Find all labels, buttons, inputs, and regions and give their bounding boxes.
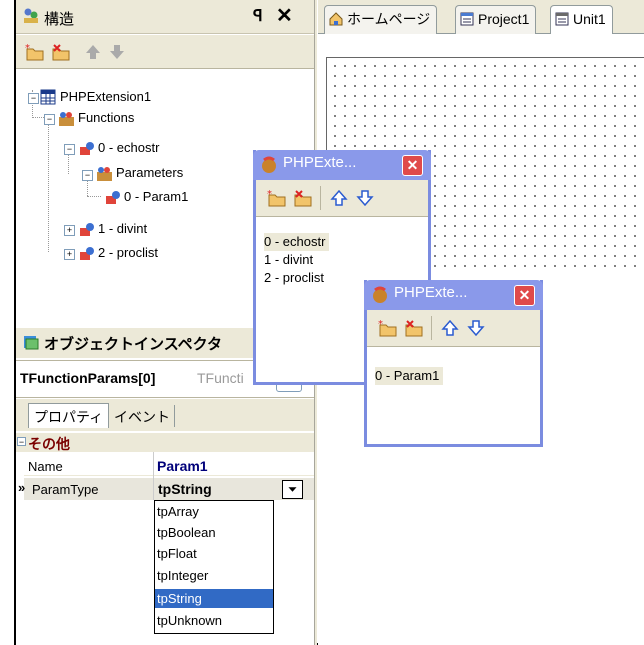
object-type: TFuncti [197,370,244,386]
chevron-down-icon[interactable] [282,480,303,499]
function-icon [80,142,94,155]
tab-properties[interactable]: プロパティ [28,403,110,428]
tab-label: Unit1 [573,11,606,27]
window-titlebar[interactable]: PHPExte... ✕ [253,150,431,180]
property-name: Name [28,459,63,474]
window-toolbar: * [367,310,540,347]
move-up-icon[interactable] [82,42,104,62]
tree-collapse-toggle[interactable]: − [44,114,55,125]
dropdown-option[interactable]: tpBoolean [155,523,273,542]
home-icon [329,12,343,26]
close-icon[interactable]: ✕ [276,3,293,28]
list-item[interactable]: 0 - echostr [264,233,330,251]
toolbar-separator [320,186,321,210]
dropdown-option-selected[interactable]: tpString [155,589,273,608]
move-up-icon[interactable] [328,188,350,208]
tree-node-root[interactable]: PHPExtension1 [60,88,151,106]
property-value[interactable]: Param1 [157,458,208,474]
tree-collapse-toggle[interactable]: − [28,93,39,104]
window-title: PHPExte... [394,284,468,301]
tree-node-function-2[interactable]: 2 - proclist [98,244,158,262]
svg-text:*: * [25,43,30,54]
remove-item-icon[interactable] [403,318,425,338]
project-icon [460,12,474,26]
php-helmet-icon [373,286,387,303]
move-down-icon[interactable] [465,318,487,338]
list-item[interactable]: 1 - divint [264,251,313,269]
module-icon [40,89,56,105]
php-helmet-icon [262,156,276,173]
group-collapse-toggle[interactable]: − [17,437,26,447]
move-down-icon[interactable] [106,42,128,62]
move-up-icon[interactable] [439,318,461,338]
tab-label: Project1 [478,11,530,27]
property-group-label: その他 [28,436,70,452]
dropdown-option[interactable]: tpArray [155,502,273,521]
close-icon[interactable]: ✕ [514,285,535,306]
structure-panel-title: 構造 [44,11,75,28]
window-title: PHPExte... [283,154,357,171]
tree-collapse-toggle[interactable]: − [64,144,75,155]
tab-events[interactable]: イベント [110,405,175,427]
tree-node-parameters[interactable]: Parameters [116,164,183,182]
tree-node-param-0[interactable]: 0 - Param1 [124,188,188,206]
tab-home[interactable]: ホームページ [324,5,438,34]
add-item-icon[interactable]: * [377,318,399,338]
parameters-collection-window: PHPExte... ✕ * 0 - Param1 [364,280,543,447]
window-toolbar: * [256,180,428,217]
editor-tab-strip: ホームページ Project1 Unit1 [318,0,644,34]
tree-node-functions[interactable]: Functions [78,109,134,127]
object-name: TFunctionParams[0] [20,370,156,386]
remove-item-icon[interactable] [50,42,72,62]
add-item-icon[interactable]: * [266,188,288,208]
parameters-folder-icon [97,167,112,181]
close-icon[interactable]: ✕ [402,155,423,176]
property-value[interactable]: tpString [158,481,212,497]
object-inspector-icon [24,336,39,350]
current-row-indicator: » [18,480,26,495]
window-titlebar[interactable]: PHPExte... ✕ [364,280,543,310]
list-item[interactable]: 0 - Param1 [375,367,444,385]
dropdown-option[interactable]: tpInteger [155,566,273,585]
tree-node-function-0[interactable]: 0 - echostr [98,139,159,157]
tree-expand-toggle[interactable]: + [64,225,75,236]
dropdown-option[interactable]: tpFloat [155,544,273,563]
structure-icon [24,8,38,23]
function-icon [80,247,94,260]
property-name: ParamType [32,482,99,497]
parameter-icon [106,191,120,204]
tree-expand-toggle[interactable]: + [64,249,75,260]
object-inspector-title: オブジェクトインスペクタ [44,336,223,353]
tab-unit1[interactable]: Unit1 [550,5,613,34]
add-item-icon[interactable]: * [24,42,46,62]
toolbar-separator [431,316,432,340]
tab-label: ホームページ [347,11,431,27]
dropdown-option[interactable]: tpUnknown [155,611,273,630]
svg-text:*: * [378,319,383,330]
pin-icon[interactable]: ꟼ [253,6,263,26]
svg-text:*: * [267,189,272,200]
functions-folder-icon [59,112,74,126]
tree-node-function-1[interactable]: 1 - divint [98,220,147,238]
column-divider[interactable] [153,452,154,500]
move-down-icon[interactable] [354,188,376,208]
paramtype-dropdown-list: tpArray tpBoolean tpFloat tpInteger tpSt… [154,500,274,634]
remove-item-icon[interactable] [292,188,314,208]
list-item[interactable]: 2 - proclist [264,269,324,287]
unit-icon [555,12,569,26]
function-icon [80,223,94,236]
tree-collapse-toggle[interactable]: − [82,170,93,181]
tab-project1[interactable]: Project1 [455,5,537,34]
